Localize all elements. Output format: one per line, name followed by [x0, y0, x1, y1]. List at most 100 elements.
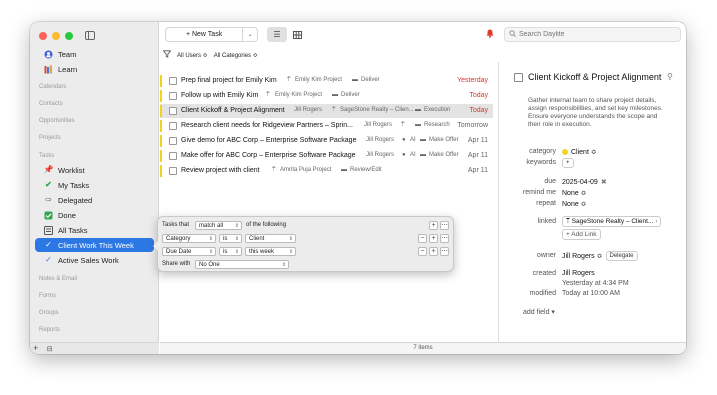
section-contacts[interactable]: Contacts: [39, 101, 63, 107]
close-window-button[interactable]: [39, 32, 47, 40]
rule1-operator-dropdown[interactable]: is ⇕: [219, 234, 242, 243]
grid-view-icon[interactable]: [287, 27, 307, 42]
task-checkbox[interactable]: [169, 152, 177, 160]
more-options-button[interactable]: ⋯: [440, 221, 449, 230]
add-link-field[interactable]: + Add Link: [562, 229, 601, 240]
minimize-window-button[interactable]: [52, 32, 60, 40]
add-field-button[interactable]: add field ▾: [523, 308, 555, 316]
search-input[interactable]: [519, 31, 669, 38]
chevron-down-icon[interactable]: ⌄: [243, 31, 257, 38]
sidebar-item-learn[interactable]: Learn: [44, 62, 77, 76]
task-owner: Jill Rogers: [366, 152, 395, 158]
add-keyword-button[interactable]: +: [562, 158, 574, 168]
share-with-dropdown[interactable]: No One ⇕: [195, 260, 289, 269]
section-notes-email[interactable]: Notes & Email: [39, 276, 77, 282]
sidebar-item-done[interactable]: Done: [44, 208, 76, 222]
section-forms[interactable]: Forms: [39, 293, 56, 299]
add-icon[interactable]: +: [33, 343, 38, 353]
repeat-dropdown[interactable]: None ≎: [562, 200, 587, 208]
sidebar-item-active-sales-work[interactable]: ✓ Active Sales Work: [44, 253, 119, 267]
section-calendars[interactable]: Calendars: [39, 84, 66, 90]
task-checkbox[interactable]: [169, 167, 177, 175]
sidebar-item-delegated[interactable]: ⇨ Delegated: [44, 193, 92, 207]
sidebar-item-my-tasks[interactable]: ✔ My Tasks: [44, 178, 89, 192]
task-row[interactable]: Make offer for ABC Corp – Enterprise Sof…: [160, 149, 493, 163]
task-checkbox[interactable]: [169, 137, 177, 145]
rule1-remove-button[interactable]: −: [418, 234, 427, 243]
sidebar-item-client-work-this-week[interactable]: ✓ Client Work This Week: [44, 238, 134, 252]
section-reports[interactable]: Reports: [39, 327, 60, 333]
section-groups[interactable]: Groups: [39, 310, 59, 316]
keywords-field[interactable]: +: [562, 158, 574, 168]
sidebar-item-all-tasks[interactable]: All Tasks: [44, 223, 87, 237]
linked-project-name: SageStone Realty – Client...: [571, 218, 654, 225]
due-field[interactable]: 2025-04-09 ✖: [562, 178, 607, 187]
rule2-add-button[interactable]: +: [429, 247, 438, 256]
task-due: Today: [469, 107, 488, 114]
sidebar-item-team[interactable]: Team: [44, 47, 76, 61]
rule1-field-value: Category: [166, 236, 191, 242]
app-window: Team Learn Calendars Contacts Opportunit…: [30, 22, 686, 354]
task-checkbox[interactable]: [169, 77, 177, 85]
smart-list-icon: ✓: [45, 240, 52, 249]
settings-icon[interactable]: ⊟: [47, 346, 53, 353]
detail-description[interactable]: Gather internal team to share project de…: [528, 97, 663, 129]
linked-item[interactable]: ⍑ SageStone Realty – Client... ›: [562, 216, 662, 227]
task-row-selected[interactable]: Client Kickoff & Project Alignment Jill …: [160, 104, 493, 118]
filter-icon[interactable]: [162, 50, 172, 60]
task-checkbox[interactable]: [169, 122, 177, 130]
list-view-icon[interactable]: ☰: [267, 27, 287, 42]
rule2-more-button[interactable]: ⋯: [440, 247, 449, 256]
new-task-label[interactable]: + New Task: [166, 28, 244, 41]
detail-checkbox[interactable]: [514, 73, 523, 82]
users-filter-dropdown[interactable]: All Users ≎: [177, 52, 208, 59]
project-icon: ⍑: [266, 92, 270, 98]
delegate-button[interactable]: Delegate: [605, 251, 638, 261]
rule1-value: Client: [249, 236, 265, 242]
chevron-right-icon[interactable]: ›: [655, 218, 657, 225]
task-row[interactable]: Prep final project for Emily Kim ⍑ Emily…: [160, 74, 493, 88]
category-color-bar: [160, 165, 162, 177]
task-checkbox[interactable]: [169, 92, 177, 100]
rule2-operator-dropdown[interactable]: is ⇕: [219, 247, 242, 256]
rule2-value-dropdown[interactable]: this week ⇕: [245, 247, 296, 256]
task-row[interactable]: Follow up with Emily Kim ⍑ Emily Kim Pro…: [160, 89, 493, 103]
task-project: AI: [410, 152, 416, 158]
section-opportunities[interactable]: Opportunities: [39, 118, 75, 124]
task-checkbox[interactable]: [169, 107, 177, 115]
rule1-more-button[interactable]: ⋯: [440, 234, 449, 243]
rule1-field-dropdown[interactable]: Category ⇕: [162, 234, 216, 243]
section-projects[interactable]: Projects: [39, 135, 61, 141]
detail-title[interactable]: Client Kickoff & Project Alignment: [528, 72, 663, 82]
task-row[interactable]: Give demo for ABC Corp – Enterprise Soft…: [160, 134, 493, 148]
owner-dropdown[interactable]: Jill Rogers ≎: [562, 252, 603, 260]
rule2-remove-button[interactable]: −: [418, 247, 427, 256]
sidebar-toggle-icon[interactable]: [85, 31, 95, 40]
remind-dropdown[interactable]: None ≎: [562, 189, 587, 197]
bell-icon[interactable]: [486, 29, 494, 40]
rule2-field-dropdown[interactable]: Due Date ⇕: [162, 247, 216, 256]
match-dropdown[interactable]: match all ⇕: [195, 221, 242, 230]
sidebar-item-label: Done: [58, 210, 76, 220]
pin-icon[interactable]: ⚲: [667, 72, 673, 81]
add-link-button[interactable]: + Add Link: [562, 229, 601, 240]
rule1-add-button[interactable]: +: [429, 234, 438, 243]
section-tasks[interactable]: Tasks: [39, 153, 54, 159]
rule1-value-dropdown[interactable]: Client ⇕: [245, 234, 296, 243]
share-with-label: Share with: [162, 261, 191, 267]
add-rule-button[interactable]: +: [429, 221, 438, 230]
stage-icon: ▬: [341, 167, 347, 173]
search-field[interactable]: [504, 27, 681, 42]
task-owner: Jill Rogers: [366, 137, 395, 143]
clear-icon[interactable]: ✖: [601, 178, 607, 186]
task-project: Emily Kim Project: [295, 77, 343, 83]
task-row[interactable]: Research client needs for Ridgeview Part…: [160, 119, 493, 133]
linked-project-pill[interactable]: ⍑ SageStone Realty – Client... ›: [562, 216, 662, 227]
task-row[interactable]: Review project with client ⍑ Amrita Puja…: [160, 164, 493, 178]
zoom-window-button[interactable]: [65, 32, 73, 40]
category-dropdown[interactable]: Client ≎: [562, 148, 597, 156]
owner-field[interactable]: Jill Rogers ≎ Delegate: [562, 251, 638, 261]
sidebar-item-worklist[interactable]: 📌 Worklist: [44, 163, 85, 177]
categories-filter-dropdown[interactable]: All Categories ≎: [214, 52, 258, 59]
new-task-button[interactable]: + New Task ⌄: [165, 27, 258, 42]
